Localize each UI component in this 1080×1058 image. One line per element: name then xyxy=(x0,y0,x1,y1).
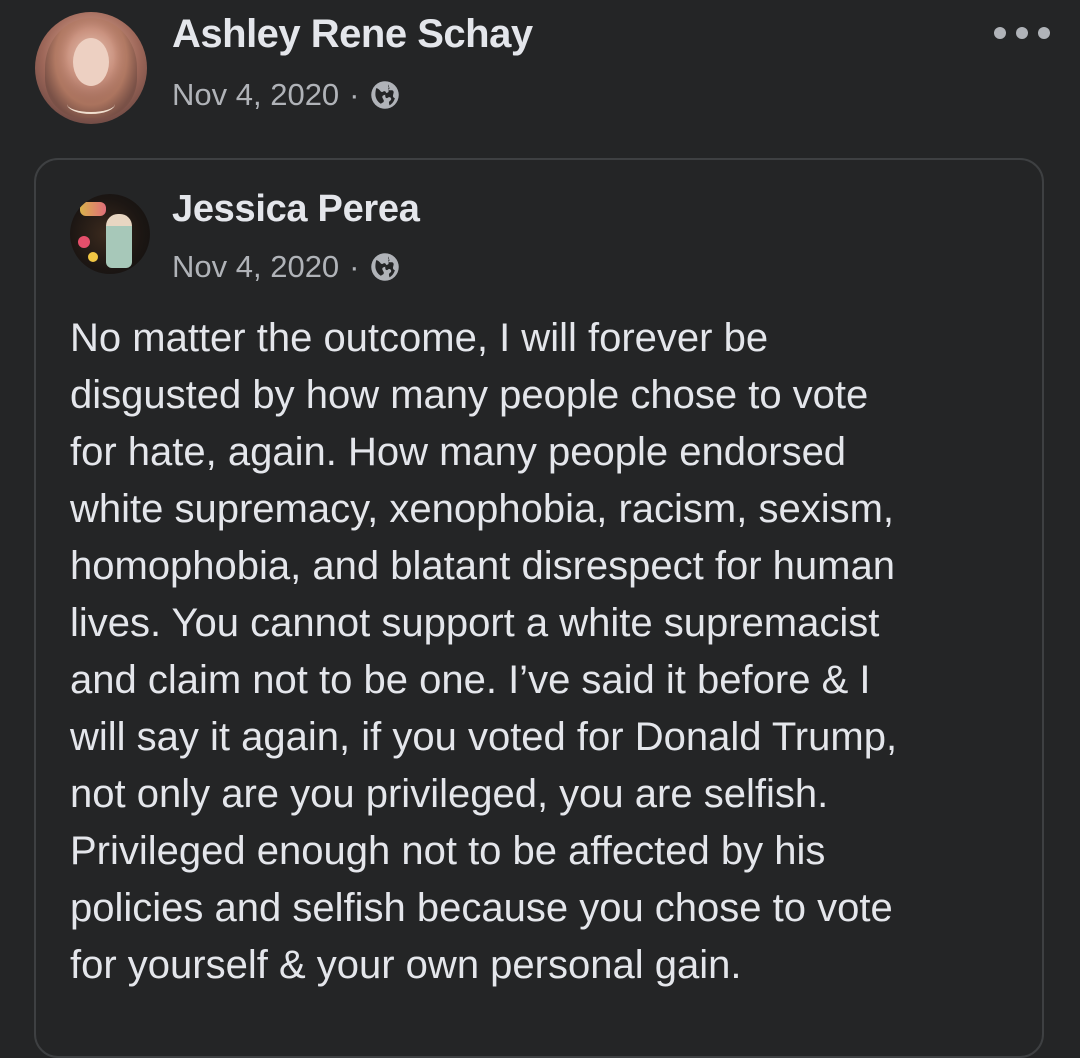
post-header: Ashley Rene Schay Nov 4, 2020 · xyxy=(0,0,1080,150)
author-avatar[interactable] xyxy=(35,12,147,124)
shared-author-avatar[interactable] xyxy=(70,194,150,274)
post-text-line: for hate, again. How many people endorse… xyxy=(70,430,847,474)
more-options-icon[interactable] xyxy=(994,24,1050,42)
meta-separator: · xyxy=(349,77,360,112)
avatar-necklace xyxy=(67,94,115,114)
avatar-birthday-sign xyxy=(80,202,106,216)
avatar-balloon xyxy=(88,252,98,262)
post-meta: Nov 4, 2020 · xyxy=(172,77,400,113)
avatar-person xyxy=(106,214,132,268)
more-dot xyxy=(1016,27,1028,39)
post-text-line: Privileged enough not to be affected by … xyxy=(70,829,826,873)
shared-post-text: No matter the outcome, I will forever be… xyxy=(70,310,1030,994)
globe-icon[interactable] xyxy=(370,80,400,110)
post-date[interactable]: Nov 4, 2020 xyxy=(172,77,339,113)
avatar-balloon xyxy=(78,236,90,248)
avatar-face xyxy=(73,38,109,86)
globe-icon[interactable] xyxy=(370,252,400,282)
post-text-line: and claim not to be one. I’ve said it be… xyxy=(70,658,871,702)
post-text-line: homophobia, and blatant disrespect for h… xyxy=(70,544,895,588)
post-text-line: lives. You cannot support a white suprem… xyxy=(70,601,880,645)
more-dot xyxy=(1038,27,1050,39)
more-dot xyxy=(994,27,1006,39)
post-text-line: disgusted by how many people chose to vo… xyxy=(70,373,869,417)
shared-post-card[interactable]: Jessica Perea Nov 4, 2020 · No matter th… xyxy=(34,158,1044,1058)
shared-author-name[interactable]: Jessica Perea xyxy=(172,188,420,231)
post-text-line: not only are you privileged, you are sel… xyxy=(70,772,829,816)
post-text-line: for yourself & your own personal gain. xyxy=(70,943,742,987)
shared-post-date[interactable]: Nov 4, 2020 xyxy=(172,249,339,285)
author-name[interactable]: Ashley Rene Schay xyxy=(172,12,533,57)
shared-post-meta: Nov 4, 2020 · xyxy=(172,249,400,285)
post-text-line: will say it again, if you voted for Dona… xyxy=(70,715,898,759)
meta-separator: · xyxy=(349,249,360,284)
post-text-line: policies and selfish because you chose t… xyxy=(70,886,893,930)
post-text-line: white supremacy, xenophobia, racism, sex… xyxy=(70,487,895,531)
post-text-line: No matter the outcome, I will forever be xyxy=(70,316,769,360)
